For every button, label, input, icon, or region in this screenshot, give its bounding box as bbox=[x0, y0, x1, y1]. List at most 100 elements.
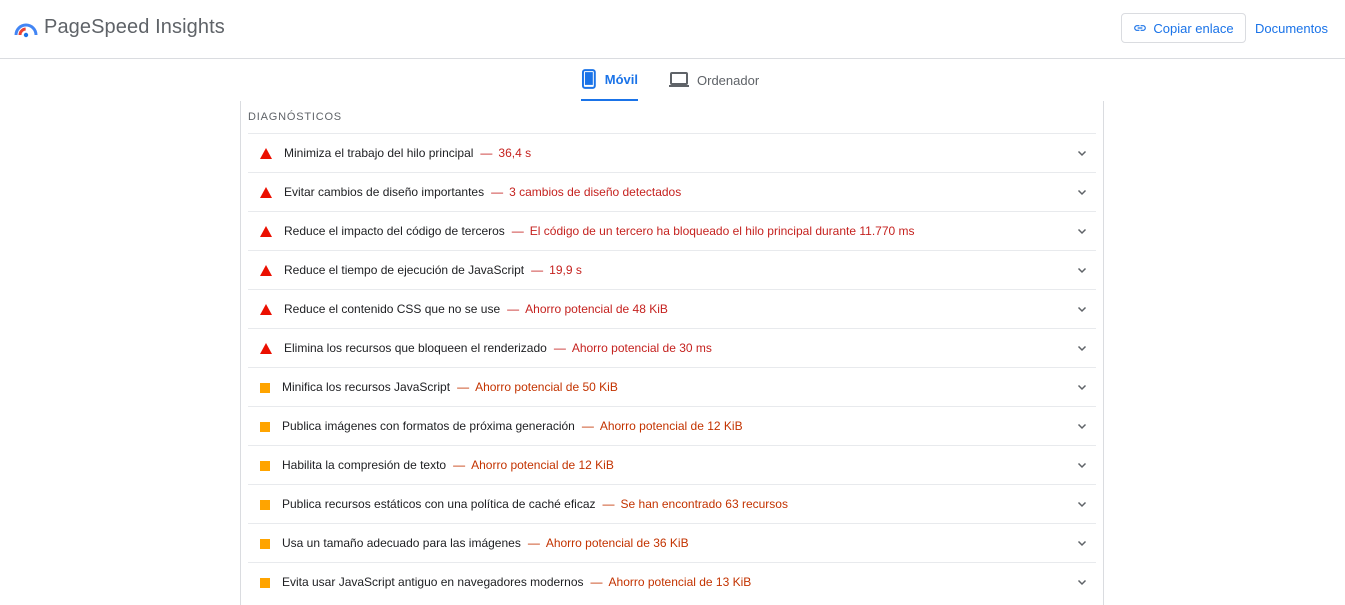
average-square-icon bbox=[260, 578, 270, 588]
diagnostic-row[interactable]: Evita usar JavaScript antiguo en navegad… bbox=[248, 562, 1096, 601]
chevron-down-icon[interactable] bbox=[1076, 576, 1088, 588]
chevron-down-icon[interactable] bbox=[1076, 459, 1088, 471]
diagnostic-separator: — bbox=[511, 224, 524, 238]
tab-desktop[interactable]: Ordenador bbox=[669, 59, 769, 101]
diagnostic-detail: Ahorro potencial de 13 KiB bbox=[608, 575, 752, 589]
diagnostic-detail: Se han encontrado 63 recursos bbox=[620, 497, 788, 511]
diagnostic-separator: — bbox=[531, 263, 544, 277]
diagnostic-row[interactable]: Reduce el contenido CSS que no se use — Ah… bbox=[248, 289, 1096, 328]
diagnostic-title: Minifica los recursos JavaScript bbox=[282, 380, 451, 394]
diagnostic-row[interactable]: Evitar cambios de diseño importantes — 3 c… bbox=[248, 172, 1096, 211]
laptop-icon bbox=[669, 72, 689, 87]
diagnostic-row[interactable]: Habilita la compresión de texto — Ahorro p… bbox=[248, 445, 1096, 484]
diagnostic-text: Minifica los recursos JavaScript — Ahorro … bbox=[282, 380, 618, 394]
diagnostic-separator: — bbox=[581, 419, 594, 433]
diagnostic-row[interactable]: Publica recursos estáticos con una polít… bbox=[248, 484, 1096, 523]
docs-link[interactable]: Documentos bbox=[1255, 21, 1328, 36]
diagnostic-separator: — bbox=[507, 302, 520, 316]
section-title: DIAGNÓSTICOS bbox=[248, 111, 342, 123]
chevron-down-icon[interactable] bbox=[1076, 420, 1088, 432]
fail-triangle-icon bbox=[260, 187, 272, 198]
link-icon bbox=[1134, 25, 1147, 31]
pagespeed-logo-icon bbox=[14, 23, 38, 38]
diagnostic-separator: — bbox=[491, 185, 504, 199]
diagnostic-detail: 19,9 s bbox=[549, 263, 582, 277]
fail-triangle-icon bbox=[260, 265, 272, 276]
diagnostic-detail: El código de un tercero ha bloqueado el … bbox=[529, 224, 915, 238]
diagnostic-title: Reduce el tiempo de ejecución de JavaScr… bbox=[284, 263, 525, 277]
diagnostic-row[interactable]: Minimiza el trabajo del hilo principal — 3… bbox=[248, 133, 1096, 172]
diagnostic-title: Usa un tamaño adecuado para las imágenes bbox=[282, 536, 521, 550]
diagnostic-detail: Ahorro potencial de 50 KiB bbox=[475, 380, 618, 394]
fail-triangle-icon bbox=[260, 343, 272, 354]
diagnostic-text: Usa un tamaño adecuado para las imágenes… bbox=[282, 536, 689, 550]
diagnostic-row[interactable]: Minifica los recursos JavaScript — Ahorro … bbox=[248, 367, 1096, 406]
diagnostic-separator: — bbox=[602, 497, 615, 511]
diagnostic-row[interactable]: Reduce el impacto del código de terceros… bbox=[248, 211, 1096, 250]
diagnostic-text: Elimina los recursos que bloqueen el ren… bbox=[284, 341, 712, 355]
average-square-icon bbox=[260, 461, 270, 471]
diagnostic-separator: — bbox=[590, 575, 603, 589]
diagnostic-separator: — bbox=[457, 380, 470, 394]
diagnostic-title: Reduce el impacto del código de terceros bbox=[284, 224, 505, 238]
chevron-down-icon[interactable] bbox=[1076, 381, 1088, 393]
chevron-down-icon[interactable] bbox=[1076, 342, 1088, 354]
diagnostic-text: Publica recursos estáticos con una polít… bbox=[282, 497, 788, 511]
diagnostics-panel: DIAGNÓSTICOS Minimiza el trabajo del hil… bbox=[240, 101, 1104, 605]
chevron-down-icon[interactable] bbox=[1076, 303, 1088, 315]
diagnostic-detail: Ahorro potencial de 12 KiB bbox=[599, 419, 743, 433]
diagnostic-row[interactable]: Usa un tamaño adecuado para las imágenes… bbox=[248, 523, 1096, 562]
average-square-icon bbox=[260, 500, 270, 510]
chevron-down-icon[interactable] bbox=[1076, 186, 1088, 198]
diagnostic-detail: Ahorro potencial de 30 ms bbox=[571, 341, 712, 355]
diagnostic-separator: — bbox=[480, 146, 493, 160]
diagnostics-list: Minimiza el trabajo del hilo principal — 3… bbox=[248, 133, 1096, 601]
copy-link-button[interactable]: Copiar enlace bbox=[1121, 13, 1246, 43]
fail-triangle-icon bbox=[260, 148, 272, 159]
tab-mobile[interactable]: Móvil bbox=[581, 59, 638, 101]
fail-triangle-icon bbox=[260, 226, 272, 237]
diagnostic-title: Reduce el contenido CSS que no se use bbox=[284, 302, 501, 316]
chevron-down-icon[interactable] bbox=[1076, 225, 1088, 237]
diagnostic-text: Minimiza el trabajo del hilo principal — 3… bbox=[284, 146, 531, 160]
diagnostic-separator: — bbox=[453, 458, 466, 472]
diagnostic-text: Reduce el tiempo de ejecución de JavaScr… bbox=[284, 263, 582, 277]
diagnostic-title: Evitar cambios de diseño importantes bbox=[284, 185, 485, 199]
diagnostic-detail: Ahorro potencial de 36 KiB bbox=[545, 536, 689, 550]
diagnostic-separator: — bbox=[553, 341, 566, 355]
smartphone-icon bbox=[581, 69, 596, 89]
diagnostic-text: Evitar cambios de diseño importantes — 3 c… bbox=[284, 185, 681, 199]
chevron-down-icon[interactable] bbox=[1076, 264, 1088, 276]
tab-desktop-label: Ordenador bbox=[697, 72, 760, 88]
diagnostic-row[interactable]: Reduce el tiempo de ejecución de JavaScr… bbox=[248, 250, 1096, 289]
average-square-icon bbox=[260, 422, 270, 432]
diagnostic-detail: 3 cambios de diseño detectados bbox=[509, 185, 682, 199]
diagnostic-detail: Ahorro potencial de 48 KiB bbox=[525, 302, 668, 316]
diagnostic-title: Habilita la compresión de texto bbox=[282, 458, 447, 472]
diagnostic-text: Habilita la compresión de texto — Ahorro p… bbox=[282, 458, 614, 472]
chevron-down-icon[interactable] bbox=[1076, 498, 1088, 510]
diagnostic-title: Elimina los recursos que bloqueen el ren… bbox=[284, 341, 547, 355]
copy-link-label: Copiar enlace bbox=[1153, 20, 1234, 36]
diagnostic-row[interactable]: Publica imágenes con formatos de próxima… bbox=[248, 406, 1096, 445]
diagnostic-text: Reduce el contenido CSS que no se use — Ah… bbox=[284, 302, 668, 316]
chevron-down-icon[interactable] bbox=[1076, 537, 1088, 549]
diagnostic-text: Reduce el impacto del código de terceros… bbox=[284, 224, 915, 238]
tab-mobile-label: Móvil bbox=[604, 71, 638, 87]
device-tabs: Móvil Ordenador bbox=[0, 59, 1345, 101]
fail-triangle-icon bbox=[260, 304, 272, 315]
diagnostic-title: Publica imágenes con formatos de próxima… bbox=[282, 419, 575, 433]
diagnostic-detail: 36,4 s bbox=[498, 146, 532, 160]
diagnostic-separator: — bbox=[527, 536, 540, 550]
top-bar: PageSpeed Insights Copiar enlace Documen… bbox=[0, 0, 1345, 59]
diagnostic-row[interactable]: Elimina los recursos que bloqueen el ren… bbox=[248, 328, 1096, 367]
diagnostic-detail: Ahorro potencial de 12 KiB bbox=[471, 458, 614, 472]
chevron-down-icon[interactable] bbox=[1076, 147, 1088, 159]
average-square-icon bbox=[260, 383, 270, 393]
diagnostic-text: Publica imágenes con formatos de próxima… bbox=[282, 419, 743, 433]
diagnostic-title: Evita usar JavaScript antiguo en navegad… bbox=[282, 575, 584, 589]
diagnostic-text: Evita usar JavaScript antiguo en navegad… bbox=[282, 575, 751, 589]
diagnostic-title: Minimiza el trabajo del hilo principal bbox=[284, 146, 474, 160]
diagnostic-title: Publica recursos estáticos con una polít… bbox=[282, 497, 596, 511]
average-square-icon bbox=[260, 539, 270, 549]
